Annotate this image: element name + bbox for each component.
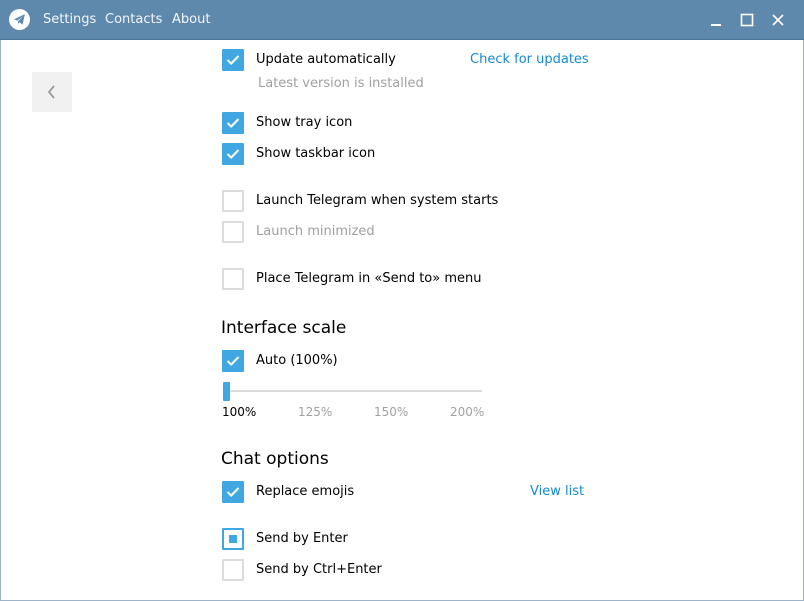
scale-option-100[interactable]: 100% — [222, 405, 256, 420]
scale-option-125[interactable]: 125% — [298, 405, 332, 420]
show-taskbar-icon-label: Show taskbar icon — [256, 146, 376, 161]
auto-scale-label: Auto (100%) — [256, 353, 338, 368]
menu-contacts[interactable]: Contacts — [105, 12, 162, 28]
radio-selected-dot — [229, 535, 237, 543]
version-status-text: Latest version is installed — [258, 76, 424, 91]
menu-about[interactable]: About — [172, 12, 210, 28]
scale-option-150[interactable]: 150% — [374, 405, 408, 420]
launch-minimized-label: Launch minimized — [256, 224, 375, 239]
update-automatically-checkbox[interactable] — [222, 49, 244, 71]
checkmark-icon — [226, 356, 240, 367]
window-frame — [0, 40, 804, 601]
show-tray-icon-checkbox[interactable] — [222, 112, 244, 134]
checkmark-icon — [226, 118, 240, 129]
launch-minimized-checkbox[interactable] — [222, 221, 244, 243]
show-tray-icon-label: Show tray icon — [256, 115, 353, 130]
launch-on-start-checkbox[interactable] — [222, 190, 244, 212]
back-button[interactable] — [32, 72, 72, 112]
maximize-icon[interactable] — [737, 10, 757, 30]
send-by-enter-radio[interactable] — [222, 528, 244, 550]
check-for-updates-link[interactable]: Check for updates — [470, 52, 589, 68]
replace-emojis-checkbox[interactable] — [222, 481, 244, 503]
close-icon[interactable] — [768, 10, 788, 30]
send-by-ctrl-enter-label: Send by Ctrl+Enter — [256, 562, 382, 577]
update-automatically-label: Update automatically — [256, 52, 396, 67]
send-by-enter-label: Send by Enter — [256, 531, 348, 546]
launch-on-start-label: Launch Telegram when system starts — [256, 193, 499, 208]
checkmark-icon — [226, 487, 240, 498]
checkmark-icon — [226, 55, 240, 66]
telegram-logo-icon — [9, 9, 30, 30]
send-to-menu-checkbox[interactable] — [222, 268, 244, 290]
send-by-ctrl-enter-radio[interactable] — [222, 559, 244, 581]
view-list-link[interactable]: View list — [530, 484, 584, 500]
minimize-icon[interactable] — [706, 10, 726, 30]
title-bar: Settings Contacts About — [0, 0, 804, 40]
chevron-left-icon — [47, 85, 55, 99]
show-taskbar-icon-checkbox[interactable] — [222, 143, 244, 165]
menu-settings[interactable]: Settings — [43, 12, 96, 28]
checkmark-icon — [226, 149, 240, 160]
interface-scale-title: Interface scale — [221, 318, 347, 338]
scale-slider-handle[interactable] — [223, 382, 230, 401]
chat-options-title: Chat options — [221, 449, 329, 469]
scale-slider-track[interactable] — [226, 390, 482, 392]
scale-option-200[interactable]: 200% — [450, 405, 484, 420]
replace-emojis-label: Replace emojis — [256, 484, 355, 499]
send-to-menu-label: Place Telegram in «Send to» menu — [256, 271, 482, 286]
auto-scale-checkbox[interactable] — [222, 350, 244, 372]
